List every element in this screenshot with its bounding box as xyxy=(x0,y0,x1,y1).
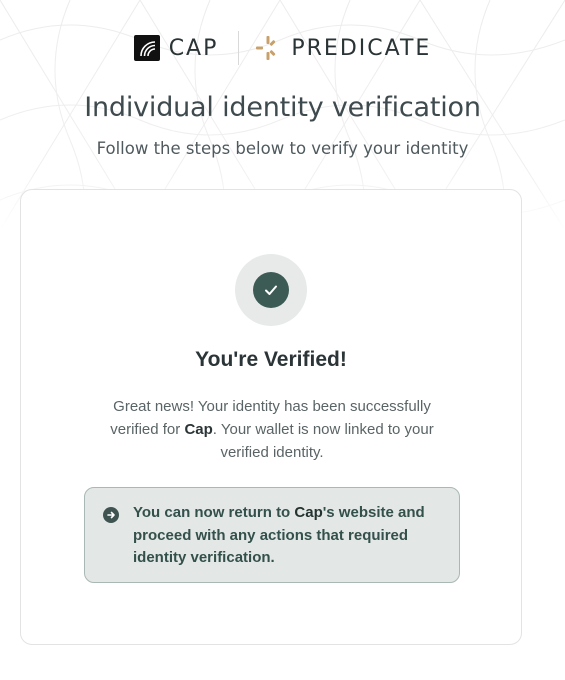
info-brand: Cap xyxy=(294,504,323,521)
info-text-start: You can now return to xyxy=(133,504,295,521)
message-brand: Cap xyxy=(184,421,213,438)
page-subtitle: Follow the steps below to verify your id… xyxy=(96,139,469,158)
predicate-logo-icon xyxy=(256,36,276,60)
checkmark-icon xyxy=(265,285,277,295)
predicate-brand-name: PREDICATE xyxy=(291,35,432,61)
cap-brand-name: CAP xyxy=(168,35,219,61)
page-title: Individual identity verification xyxy=(84,92,481,123)
check-badge xyxy=(253,272,289,308)
verified-heading: You're Verified! xyxy=(195,348,347,371)
cap-brand: CAP xyxy=(133,35,219,61)
predicate-brand: PREDICATE xyxy=(255,35,431,61)
check-circle-icon xyxy=(235,254,307,326)
verification-card: You're Verified! Great news! Your identi… xyxy=(20,189,522,645)
brand-divider xyxy=(238,31,240,65)
message-text-end: . Your wallet is now linked to your veri… xyxy=(212,421,434,461)
verification-message: Great news! Your identity has been succe… xyxy=(91,395,453,464)
brand-header: CAP PREDICATE xyxy=(0,28,565,68)
arrow-right-circle-icon xyxy=(103,507,119,523)
cap-logo-icon xyxy=(133,35,160,61)
next-steps-notice: You can now return to Cap's website and … xyxy=(84,487,460,583)
next-steps-text: You can now return to Cap's website and … xyxy=(133,502,443,570)
